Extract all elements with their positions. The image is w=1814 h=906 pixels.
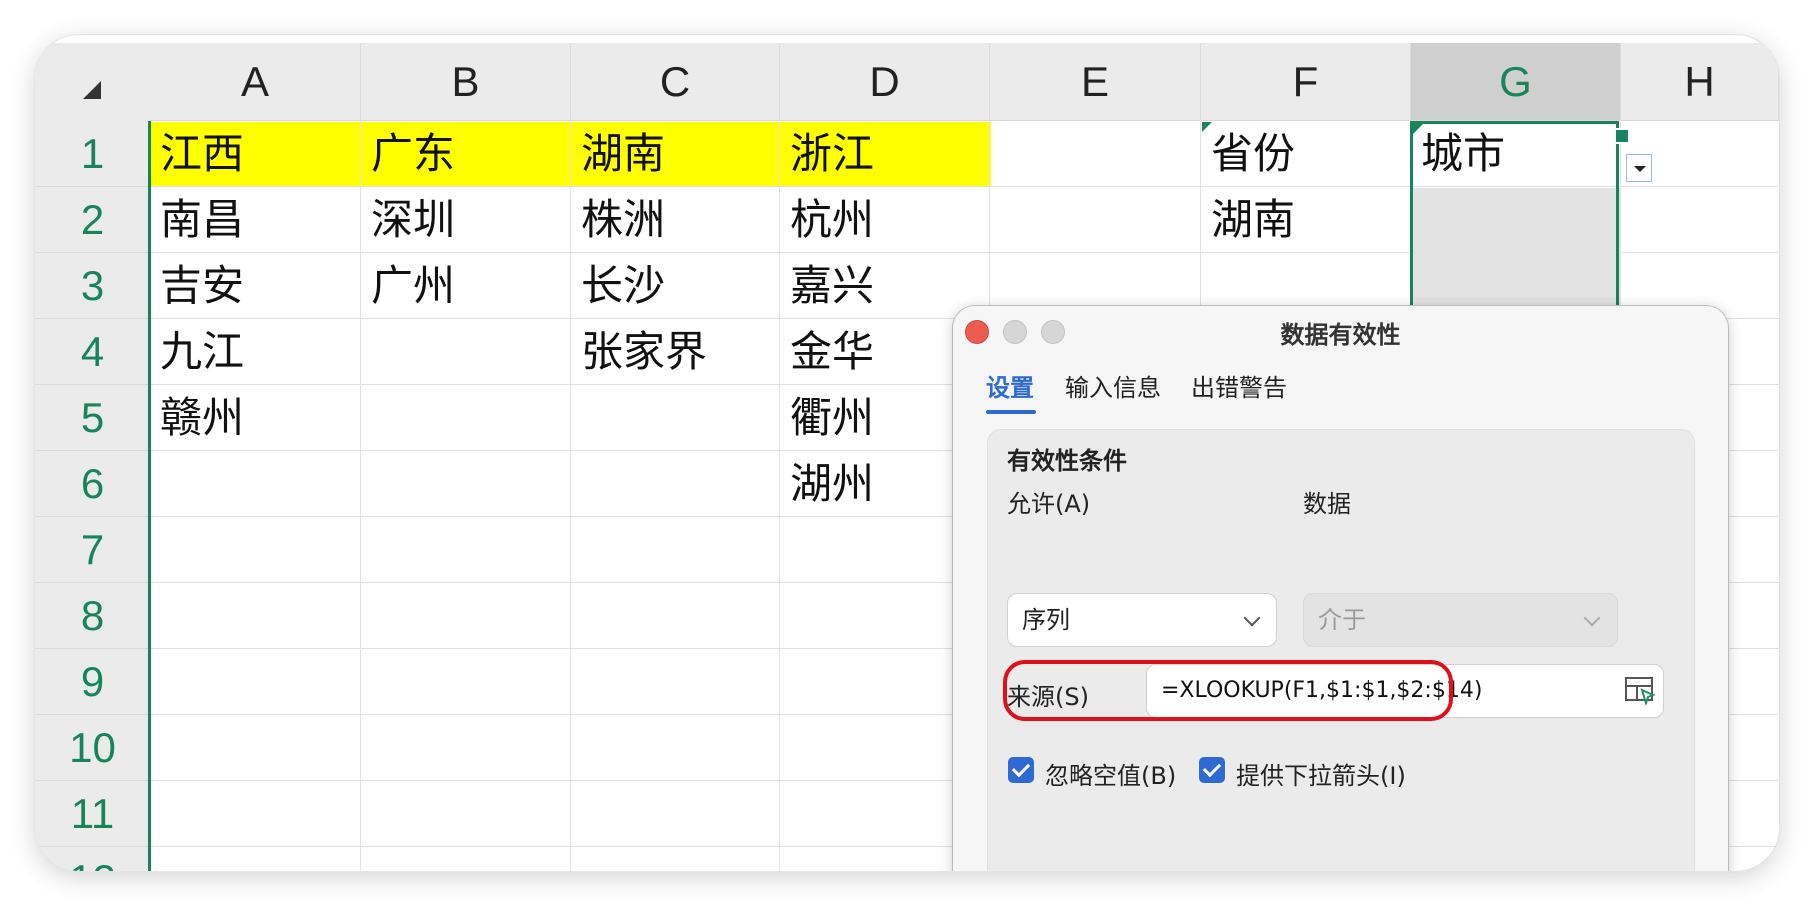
active-tab-indicator xyxy=(986,410,1036,414)
column-header-b[interactable]: B xyxy=(361,43,571,121)
section-title: 有效性条件 xyxy=(1007,447,1127,475)
tab-settings[interactable]: 设置 xyxy=(986,368,1034,403)
row-header-1[interactable]: 1 xyxy=(35,121,150,187)
cell-a2[interactable]: 南昌 xyxy=(150,187,361,253)
row-header-8[interactable]: 8 xyxy=(35,583,150,649)
cell-dropdown-button[interactable] xyxy=(1626,154,1652,182)
cell-a4[interactable]: 九江 xyxy=(150,319,361,385)
column-header-e[interactable]: E xyxy=(990,43,1201,121)
row-header-9[interactable]: 9 xyxy=(35,649,150,715)
cell-c1[interactable]: 湖南 xyxy=(571,121,780,187)
row-header-10[interactable]: 10 xyxy=(35,715,150,781)
range-picker-icon[interactable] xyxy=(1625,677,1655,705)
dialog-titlebar[interactable]: 数据有效性 xyxy=(953,306,1728,366)
chevron-down-icon xyxy=(1583,609,1601,627)
cell-f1[interactable]: 省份 xyxy=(1201,121,1411,187)
data-select-value: 介于 xyxy=(1318,606,1366,634)
dropdown-arrow-label: 提供下拉箭头(I) xyxy=(1236,762,1406,790)
data-label: 数据 xyxy=(1303,490,1351,518)
row-header-3[interactable]: 3 xyxy=(35,253,150,319)
data-validation-dialog: 数据有效性 设置 输入信息 出错警告 有效性条件 允许(A) 数据 序列 介于 … xyxy=(953,306,1728,871)
allow-label: 允许(A) xyxy=(1007,490,1091,518)
cell-d2[interactable]: 杭州 xyxy=(780,187,990,253)
comment-indicator-f1 xyxy=(1202,122,1212,132)
row-header-12[interactable]: 12 xyxy=(35,847,150,871)
row-header-5[interactable]: 5 xyxy=(35,385,150,451)
allow-select[interactable]: 序列 xyxy=(1007,593,1277,647)
ignore-blank-checkbox[interactable] xyxy=(1008,757,1034,783)
cell-b1[interactable]: 广东 xyxy=(361,121,571,187)
fill-handle[interactable] xyxy=(1614,128,1630,144)
select-all-corner[interactable] xyxy=(35,43,151,122)
column-header-a[interactable]: A xyxy=(150,43,361,121)
cell-b3[interactable]: 广州 xyxy=(361,253,571,319)
cell-f2[interactable]: 湖南 xyxy=(1201,187,1411,253)
cell-c3[interactable]: 长沙 xyxy=(571,253,780,319)
dropdown-arrow-checkbox[interactable] xyxy=(1199,757,1225,783)
dialog-title: 数据有效性 xyxy=(1280,321,1401,349)
spreadsheet-window: ABCDEFGH123456789101112江西南昌吉安九江赣州广东深圳广州湖… xyxy=(35,35,1779,871)
tab-input-message[interactable]: 输入信息 xyxy=(1065,368,1161,403)
allow-select-value: 序列 xyxy=(1022,606,1070,634)
ignore-blank-label: 忽略空值(B) xyxy=(1045,762,1177,790)
cell-a1[interactable]: 江西 xyxy=(150,121,361,187)
cell-b2[interactable]: 深圳 xyxy=(361,187,571,253)
cell-a3[interactable]: 吉安 xyxy=(150,253,361,319)
cell-d1[interactable]: 浙江 xyxy=(780,121,990,187)
column-header-d[interactable]: D xyxy=(780,43,990,121)
cell-c4[interactable]: 张家界 xyxy=(571,319,780,385)
column-header-c[interactable]: C xyxy=(571,43,780,121)
comment-indicator-g1 xyxy=(1413,124,1423,134)
row-header-2[interactable]: 2 xyxy=(35,187,150,253)
cell-c2[interactable]: 株洲 xyxy=(571,187,780,253)
row-header-6[interactable]: 6 xyxy=(35,451,150,517)
column-header-f[interactable]: F xyxy=(1201,43,1411,121)
row-header-11[interactable]: 11 xyxy=(35,781,150,847)
source-highlight-ring xyxy=(1003,660,1453,721)
tab-error-alert[interactable]: 出错警告 xyxy=(1191,368,1287,403)
chevron-down-icon xyxy=(1243,609,1261,627)
data-select[interactable]: 介于 xyxy=(1303,593,1618,647)
column-header-g[interactable]: G xyxy=(1411,43,1621,121)
cell-a5[interactable]: 赣州 xyxy=(150,385,361,451)
row-header-4[interactable]: 4 xyxy=(35,319,150,385)
column-header-h[interactable]: H xyxy=(1621,43,1779,121)
row-header-7[interactable]: 7 xyxy=(35,517,150,583)
select-all-triangle-icon xyxy=(83,81,101,99)
